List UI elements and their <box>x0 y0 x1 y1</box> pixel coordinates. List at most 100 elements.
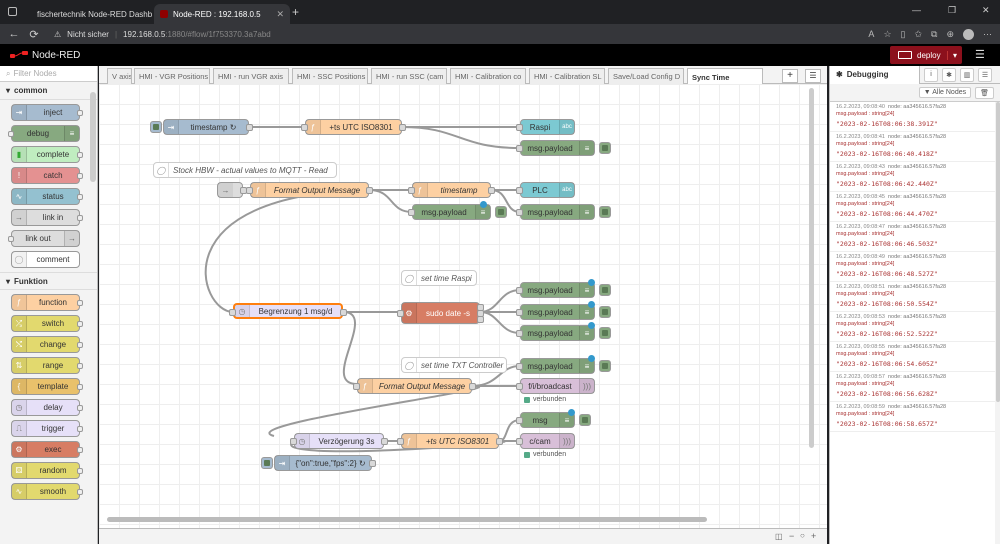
tab-hmi-run-ssc[interactable]: HMI - run SSC (cam <box>371 68 447 84</box>
palette-node-link-out[interactable]: link out → <box>8 230 80 247</box>
debug-node-msg-payload-4[interactable]: msg.payload ≡ <box>516 301 611 320</box>
debug-message[interactable]: 16.2.2023, 09:08:49 node: aa345616.57fa2… <box>830 252 995 282</box>
palette-node-status[interactable]: ∿ status <box>11 188 83 205</box>
debug-message[interactable]: 16.2.2023, 09:08:45 node: aa345616.57fa2… <box>830 192 995 222</box>
debug-toggle-button[interactable] <box>599 327 611 339</box>
browser-tab-dashboard[interactable]: fischertechnik Node-RED Dashb ✕ <box>26 4 152 24</box>
clear-log-button[interactable]: 🗑 <box>975 86 994 99</box>
debug-message[interactable]: 16.2.2023, 09:08:59 node: aa345616.57fa2… <box>830 402 995 432</box>
main-menu-icon[interactable]: ☰ <box>975 48 985 61</box>
read-aloud-icon[interactable]: A <box>868 29 874 39</box>
minimize-icon[interactable]: — <box>912 5 921 15</box>
inject-node-on-fps[interactable]: ⇥ {"on":true,"fps":2} ↻ <box>261 455 376 471</box>
palette-filter[interactable]: ⌕ Filter Nodes <box>0 66 97 82</box>
ui-node-raspi[interactable]: Raspi abc <box>516 119 575 135</box>
delay-node-begrenzung[interactable]: ◷ Begrenzung 1 msg/d <box>229 303 347 319</box>
close-window-icon[interactable]: ✕ <box>982 5 990 16</box>
sidebar-scrollbar[interactable] <box>996 102 1000 402</box>
favorite-icon[interactable]: ☆ <box>883 29 891 40</box>
back-icon[interactable]: ← <box>4 28 24 40</box>
debug-toggle-button[interactable] <box>599 142 611 154</box>
mqtt-out-node-broadcast[interactable]: f/i/broadcast))) <box>516 378 595 394</box>
inject-trigger-button[interactable] <box>150 121 162 133</box>
palette-node-complete[interactable]: ▮ complete <box>11 146 83 163</box>
debug-tab-icon[interactable]: ✱ <box>942 67 956 82</box>
sidebar-menu-icon[interactable]: ☰ <box>978 67 992 82</box>
debug-toggle-button[interactable] <box>599 206 611 218</box>
zoom-out-icon[interactable]: − <box>789 531 794 541</box>
palette-node-inject[interactable]: ⇥ inject <box>11 104 83 121</box>
tab-hmi-run-vgr[interactable]: HMI - run VGR axis <box>213 68 289 84</box>
tab-hmi-vgr-positions[interactable]: HMI - VGR Positions <box>134 68 210 84</box>
message-value[interactable]: "2023-02-16T08:06:46.503Z" <box>836 240 990 248</box>
debug-message[interactable]: 16.2.2023, 09:08:51 node: aa345616.57fa2… <box>830 282 995 312</box>
message-value[interactable]: "2023-02-16T08:06:50.554Z" <box>836 300 990 308</box>
flow-workspace[interactable]: ⇥ timestamp ↻ ƒ +ts UTC ISO8301 Raspi abc m… <box>99 84 827 528</box>
tab-debugging[interactable]: ✱ Debugging <box>830 65 920 84</box>
palette-node-link-in[interactable]: → link in <box>11 209 83 226</box>
function-node-format-output-2[interactable]: ƒ Format Output Message <box>353 378 476 394</box>
debug-node-msg-payload-2[interactable]: msg.payload ≡ <box>408 201 507 220</box>
tab-hmi-calibration-co[interactable]: HMI - Calibration co <box>450 68 526 84</box>
url-field[interactable]: ⚠ Nicht sicher | 192.168.0.5:1880/#flow/… <box>54 30 271 39</box>
palette-node-catch[interactable]: ! catch <box>11 167 83 184</box>
workspace-vertical-scrollbar[interactable] <box>809 88 814 448</box>
debug-toggle-button[interactable] <box>599 284 611 296</box>
comment-set-time-raspi[interactable]: ◯ set time Raspi <box>401 270 477 286</box>
message-value[interactable]: "2023-02-16T08:06:54.605Z" <box>836 360 990 368</box>
filter-nodes-button[interactable]: ▼ Alle Nodes <box>918 87 972 98</box>
category-common[interactable]: ▾ common <box>0 82 97 100</box>
message-value[interactable]: "2023-02-16T08:06:40.418Z" <box>836 150 990 158</box>
message-value[interactable]: "2023-02-16T08:06:38.391Z" <box>836 120 990 128</box>
palette-node-trigger[interactable]: ⎍ trigger <box>11 420 83 437</box>
comment-set-time-txt[interactable]: ◯ set time TXT Controller <box>401 357 507 373</box>
new-tab-icon[interactable]: + <box>292 5 299 19</box>
workspace-horizontal-scrollbar[interactable] <box>107 517 707 522</box>
category-funktion[interactable]: ▾ Funktion <box>0 272 97 290</box>
function-node-ts-utc-1[interactable]: ƒ +ts UTC ISO8301 <box>301 119 406 135</box>
message-value[interactable]: "2023-02-16T08:06:52.522Z" <box>836 330 990 338</box>
tab-v-axis[interactable]: V axis <box>107 68 132 84</box>
debug-message[interactable]: 16.2.2023, 09:08:43 node: aa345616.57fa2… <box>830 162 995 192</box>
browser-tab-nodered[interactable]: Node-RED : 192.168.0.5 ✕ <box>154 4 290 24</box>
debug-toggle-button[interactable] <box>599 306 611 318</box>
tab-save-load-config[interactable]: Save/Load Config D <box>608 68 684 84</box>
debug-toggle-button[interactable] <box>599 360 611 372</box>
palette-scrollbar[interactable] <box>90 92 96 182</box>
message-value[interactable]: "2023-02-16T08:06:56.628Z" <box>836 390 990 398</box>
palette-node-exec[interactable]: ⚙ exec <box>11 441 83 458</box>
add-tab-icon[interactable]: + <box>782 69 798 83</box>
debug-toggle-button[interactable] <box>579 414 591 426</box>
ui-node-plc[interactable]: PLC abc <box>516 182 575 198</box>
palette-node-switch[interactable]: ⤮ switch <box>11 315 83 332</box>
info-icon[interactable]: i <box>924 67 938 82</box>
tab-sync-time[interactable]: Sync Time <box>687 68 763 85</box>
debug-node-msg-payload-1[interactable]: msg.payload ≡ <box>516 140 611 156</box>
debug-message[interactable]: 16.2.2023, 09:08:55 node: aa345616.57fa2… <box>830 342 995 372</box>
deploy-dropdown-icon[interactable]: ▾ <box>946 50 957 60</box>
function-node-ts-utc-2[interactable]: ƒ +ts UTC ISO8301 <box>397 433 503 449</box>
zoom-reset-icon[interactable]: ○ <box>800 531 805 540</box>
function-node-format-output-1[interactable]: ƒ Format Output Message <box>246 182 373 198</box>
debug-toggle-button[interactable] <box>495 206 507 218</box>
debug-message[interactable]: 16.2.2023, 09:08:47 node: aa345616.57fa2… <box>830 222 995 252</box>
split-screen-icon[interactable]: ▯ <box>901 29 906 40</box>
message-value[interactable]: "2023-02-16T08:06:42.440Z" <box>836 180 990 188</box>
debug-message[interactable]: 16.2.2023, 09:08:40 node: aa345616.57fa2… <box>830 102 995 132</box>
palette-node-delay[interactable]: ◷ delay <box>11 399 83 416</box>
tab-hmi-ssc-positions[interactable]: HMI - SSC Positions <box>292 68 368 84</box>
debug-node-msg[interactable]: msg ≡ <box>516 409 591 428</box>
palette-node-smooth[interactable]: ∿ smooth <box>11 483 83 500</box>
profile-avatar[interactable] <box>963 28 974 40</box>
debug-message[interactable]: 16.2.2023, 09:08:57 node: aa345616.57fa2… <box>830 372 995 402</box>
zoom-in-icon[interactable]: + <box>811 531 816 541</box>
extensions-icon[interactable]: ⊕ <box>946 29 954 40</box>
tab-list-icon[interactable]: ☰ <box>805 69 821 83</box>
message-value[interactable]: "2023-02-16T08:06:44.470Z" <box>836 210 990 218</box>
function-node-timestamp[interactable]: ƒ timestamp <box>408 182 495 198</box>
palette-node-function[interactable]: ƒ function <box>11 294 83 311</box>
inject-trigger-button[interactable] <box>261 457 273 469</box>
window-menu-icon[interactable] <box>8 7 17 16</box>
inject-node-timestamp[interactable]: ⇥ timestamp ↻ <box>150 119 253 135</box>
navigator-icon[interactable]: ◫ <box>775 532 783 541</box>
